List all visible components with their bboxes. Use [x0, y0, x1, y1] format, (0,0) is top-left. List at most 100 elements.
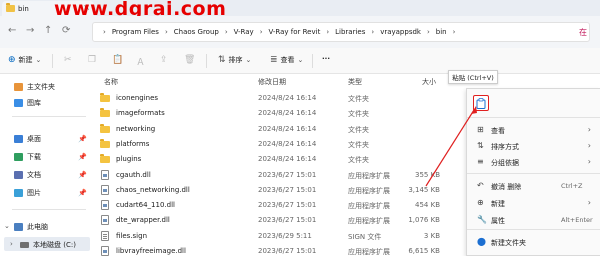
- table-row[interactable]: chaos_networking.dll 2023/6/27 15:01 应用程序扩…: [94, 183, 470, 198]
- chevron-down-icon: ⌄: [35, 56, 42, 64]
- share-icon[interactable]: ⇪: [160, 55, 168, 65]
- breadcrumb-item[interactable]: Chaos Group: [174, 28, 219, 36]
- context-menu-item[interactable]: ⇅ 排序方式 ›: [467, 139, 600, 153]
- chevron-right-icon[interactable]: ›: [10, 240, 13, 248]
- file-type: 应用程序扩展: [348, 171, 390, 180]
- search-box-partial[interactable]: 在: [579, 27, 587, 38]
- delete-icon[interactable]: 🗑: [184, 55, 195, 65]
- file-name: libvrayfreeimage.dll: [116, 247, 186, 255]
- file-name: platforms: [116, 139, 150, 148]
- sidebar-item-home[interactable]: 主文件夹: [14, 82, 55, 92]
- table-row[interactable]: iconengines 2024/8/24 16:14 文件夹: [94, 91, 470, 106]
- sidebar-item-label: 图库: [27, 99, 41, 107]
- address-bar[interactable]: › Program Files › Chaos Group › V-Ray › …: [92, 22, 590, 42]
- command-bar: ⊕ 新建 ⌄ ✂ ❐ 📋 Ａ ⇪ 🗑 ⇅ 排序 ⌄ ≣ 查看 ⌄ ···: [0, 48, 600, 74]
- file-type: 文件夹: [348, 95, 369, 103]
- breadcrumb-item[interactable]: bin: [436, 28, 447, 36]
- table-row[interactable]: imageformats 2024/8/24 16:14 文件夹: [94, 106, 470, 121]
- file-name: chaos_networking.dll: [116, 185, 190, 194]
- menu-item-shortcut: Alt+Enter: [561, 216, 593, 224]
- breadcrumb-item[interactable]: vrayappsdk: [380, 28, 421, 36]
- crumb-separator-icon: ›: [103, 28, 106, 36]
- file-size: 1,076 KB: [408, 216, 440, 225]
- table-row[interactable]: files.sign 2023/6/29 5:11 SIGN 文件 3 KB: [94, 229, 470, 244]
- breadcrumb-item[interactable]: V-Ray: [234, 28, 254, 36]
- view-button[interactable]: ≣ 查看 ⌄: [270, 55, 303, 65]
- context-menu-item[interactable]: ↶ 撤消 删除 Ctrl+Z: [467, 179, 600, 193]
- pin-icon[interactable]: 📌: [78, 153, 87, 161]
- table-row[interactable]: platforms 2024/8/24 16:14 文件夹: [94, 137, 470, 152]
- copy-icon[interactable]: ❐: [88, 55, 96, 65]
- sidebar-item-downloads[interactable]: 下载: [14, 152, 41, 162]
- rename-icon[interactable]: Ａ: [136, 55, 145, 68]
- breadcrumb-item[interactable]: Libraries: [335, 28, 365, 36]
- table-row[interactable]: networking 2024/8/24 16:14 文件夹: [94, 122, 470, 137]
- context-menu-item[interactable]: ⬤ 新建文件夹: [467, 235, 600, 249]
- chevron-down-icon[interactable]: ⌄: [4, 222, 10, 230]
- context-menu-item[interactable]: ⊞ 查看 ›: [467, 123, 600, 137]
- more-options-button[interactable]: ···: [322, 55, 330, 63]
- menu-item-icon: 🔧: [477, 215, 487, 224]
- refresh-icon[interactable]: ⟳: [62, 25, 70, 36]
- column-header-name[interactable]: 名称: [104, 77, 118, 87]
- column-header-modified[interactable]: 修改日期: [258, 77, 286, 87]
- breadcrumb: › Program Files › Chaos Group › V-Ray › …: [97, 28, 461, 36]
- context-menu-item[interactable]: 🔧 属性 Alt+Enter: [467, 213, 600, 227]
- chevron-right-icon: ›: [587, 157, 591, 166]
- menu-item-label: 新建: [491, 200, 505, 208]
- crumb-separator-icon: ›: [164, 28, 168, 36]
- menu-item-label: 分组依据: [491, 159, 519, 167]
- folder-icon: [100, 154, 110, 164]
- picture-icon: [14, 189, 23, 197]
- sort-label: 排序: [228, 56, 243, 64]
- chevron-right-icon: ›: [587, 125, 591, 134]
- breadcrumb-item[interactable]: Program Files: [112, 28, 159, 36]
- file-type: 应用程序扩展: [348, 217, 390, 226]
- file-size: 3 KB: [423, 231, 440, 240]
- column-header-size[interactable]: 大小: [422, 77, 436, 87]
- context-menu-item[interactable]: ⊕ 新建 ›: [467, 196, 600, 210]
- table-row[interactable]: dte_wrapper.dll 2023/6/27 15:01 应用程序扩展 1,07…: [94, 213, 470, 228]
- document-icon: [14, 171, 23, 179]
- sidebar-item-documents[interactable]: 文档: [14, 170, 41, 180]
- table-row[interactable]: cudart64_110.dll 2023/6/27 15:01 应用程序扩展 454…: [94, 198, 470, 213]
- sort-button[interactable]: ⇅ 排序 ⌄: [218, 55, 251, 65]
- cut-icon[interactable]: ✂: [64, 55, 72, 65]
- sidebar-item-this-pc[interactable]: 此电脑: [14, 222, 48, 232]
- new-button[interactable]: ⊕ 新建 ⌄: [8, 55, 41, 65]
- forward-icon[interactable]: →: [26, 25, 34, 36]
- annotation-arrow: [425, 106, 477, 187]
- file-name: cgauth.dll: [116, 170, 151, 179]
- file-modified: 2023/6/29 5:11: [258, 231, 312, 240]
- folder-icon: [6, 3, 15, 12]
- pin-icon[interactable]: 📌: [78, 171, 87, 179]
- sidebar-item-gallery[interactable]: 图库: [14, 98, 41, 108]
- divider: [52, 54, 53, 68]
- folder-icon: [100, 108, 110, 118]
- divider: [312, 54, 313, 68]
- sidebar-item-pictures[interactable]: 图片: [14, 188, 41, 198]
- up-icon[interactable]: ↑: [44, 25, 52, 36]
- file-modified: 2023/6/27 15:01: [258, 247, 317, 255]
- paste-icon[interactable]: 📋: [112, 55, 123, 65]
- pin-icon[interactable]: 📌: [78, 189, 87, 197]
- column-header-type[interactable]: 类型: [348, 77, 362, 87]
- back-icon[interactable]: ←: [8, 25, 16, 36]
- drive-icon: [20, 242, 29, 248]
- file-modified: 2024/8/24 16:14: [258, 155, 317, 164]
- table-row[interactable]: cgauth.dll 2023/6/27 15:01 应用程序扩展 355 KB: [94, 168, 470, 183]
- view-label: 查看: [280, 56, 295, 64]
- pin-icon[interactable]: 📌: [78, 135, 87, 143]
- sidebar-item-local-disk[interactable]: 本地磁盘 (C:): [20, 240, 76, 250]
- breadcrumb-item[interactable]: V-Ray for Revit: [269, 28, 321, 36]
- table-row[interactable]: plugins 2024/8/24 16:14 文件夹: [94, 152, 470, 167]
- divider: [467, 229, 600, 230]
- crumb-separator-icon: ›: [224, 28, 228, 36]
- table-row[interactable]: libvrayfreeimage.dll 2023/6/27 15:01 应用程序扩…: [94, 244, 470, 256]
- file-modified: 2023/6/27 15:01: [258, 170, 317, 179]
- dll-file-icon: [101, 200, 109, 211]
- context-menu-item[interactable]: ≡ 分组依据 ›: [467, 155, 600, 169]
- file-list: 名称 修改日期 类型 大小 iconengines 2024/8/24 16:14…: [94, 74, 470, 256]
- chevron-right-icon: ›: [587, 198, 591, 207]
- sidebar-item-desktop[interactable]: 桌面: [14, 134, 41, 144]
